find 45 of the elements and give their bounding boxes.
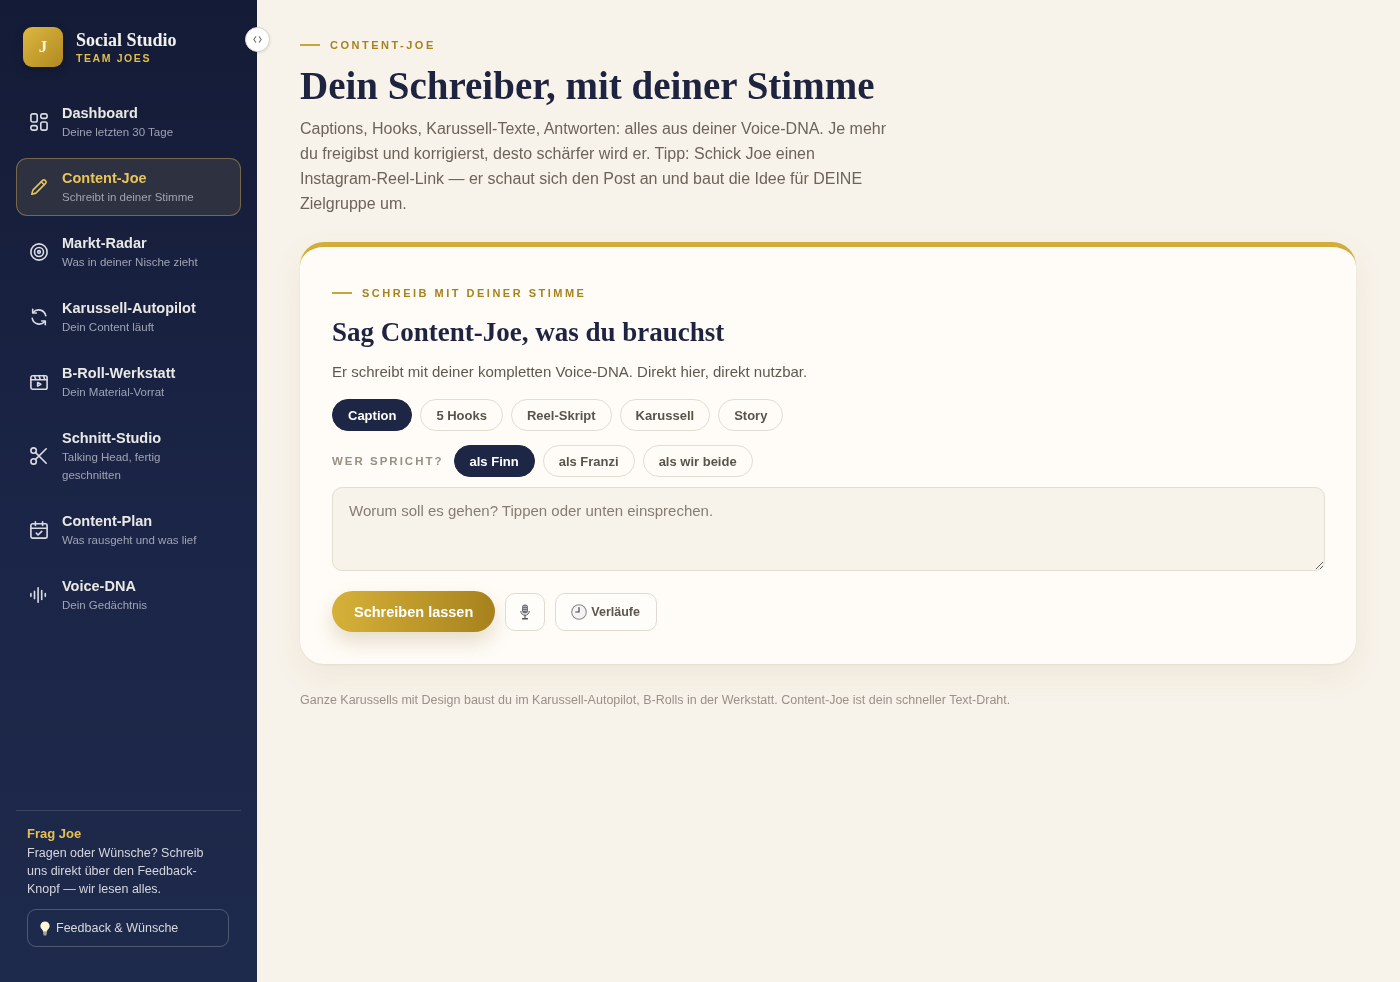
calendar-icon: [30, 521, 48, 539]
prompt-field[interactable]: Worum soll es gehen? Tippen oder unten einsprechen.: [332, 487, 1325, 571]
format-chip[interactable]: 5 Hooks: [420, 399, 503, 431]
footnote-text: Ganze Karussells mit Design baust du im Karussell-Autopilot, B-Rolls in der Werkstatt. Content-Joe ist dein schneller Text-Draht.: [300, 692, 1012, 709]
chevrons-icon: [253, 36, 262, 43]
scissors-icon: [30, 447, 48, 465]
page-title: Dein Schreiber, mit deiner Stimme: [300, 64, 876, 108]
clock-icon: [571, 603, 588, 620]
speaker-label: WER SPRICHT?: [332, 455, 444, 467]
film-icon: [30, 373, 48, 391]
format-chip[interactable]: Karussell: [619, 399, 711, 431]
waveform-icon: [30, 586, 48, 604]
nav-item[interactable]: B-Roll-Werkstatt Dein Material-Vorrat: [16, 353, 241, 411]
nav-item[interactable]: Markt-Radar Was in deiner Nische zieht: [16, 223, 241, 281]
microphone-button[interactable]: [505, 592, 546, 631]
section-eyebrow: CONTENT-JOE: [330, 38, 436, 52]
nav-item[interactable]: Schnitt-Studio Talking Head, fertig geschnitten: [16, 418, 241, 494]
nav-item[interactable]: Content-Joe Schreibt in deiner Stimme: [16, 158, 241, 216]
speaker-chip[interactable]: als Finn: [453, 445, 535, 477]
grid-icon: [30, 113, 48, 131]
card-subtitle: Er schreibt mit deiner kompletten Voice-DNA. Direkt hier, direkt nutzbar.: [332, 362, 809, 382]
team-name: TEAM JOES: [76, 51, 153, 65]
card-title: Sag Content-Joe, was du brauchst: [332, 316, 726, 349]
speaker-chip[interactable]: als wir beide: [642, 445, 753, 477]
nav-item[interactable]: Karussell-Autopilot Dein Content läuft: [16, 288, 241, 346]
help-text: Fragen oder Wünsche? Schreib uns direkt über den Feedback-Knopf — wir lesen alles.: [27, 845, 205, 898]
brand-name: Social Studio: [76, 29, 177, 51]
pencil-icon: [30, 178, 48, 196]
feedback-button[interactable]: Feedback & Wünsche: [27, 909, 229, 947]
format-chip[interactable]: Story: [718, 399, 784, 431]
microphone-icon: [520, 603, 531, 620]
nav-item[interactable]: Voice-DNA Dein Gedächtnis: [16, 566, 241, 624]
card-eyebrow: SCHREIB MIT DEINER STIMME: [362, 286, 587, 300]
history-button[interactable]: Verläufe: [555, 592, 657, 631]
target-icon: [30, 243, 48, 261]
intro-text: Captions, Hooks, Karussell-Texte, Antworten: alles aus deiner Voice-DNA. Je mehr du freigibst und korrigierst, desto schärfer wird er. Tipp: Schick Joe einen Instagram-Reel-Link — er schaut sich den Post an und baut die Idee für DEINE Zielgruppe um.: [300, 119, 888, 214]
speaker-chip[interactable]: als Franzi: [542, 445, 635, 477]
help-title: Frag Joe: [27, 825, 82, 843]
logo: J: [23, 27, 63, 67]
nav-item[interactable]: Dashboard Deine letzten 30 Tage: [16, 93, 241, 151]
format-chip[interactable]: Caption: [332, 399, 413, 431]
lightbulb-icon: [40, 920, 50, 936]
format-chip[interactable]: Reel-Skript: [510, 399, 612, 431]
refresh-icon: [30, 308, 48, 326]
nav-item[interactable]: Content-Plan Was rausgeht und was lief: [16, 501, 241, 559]
